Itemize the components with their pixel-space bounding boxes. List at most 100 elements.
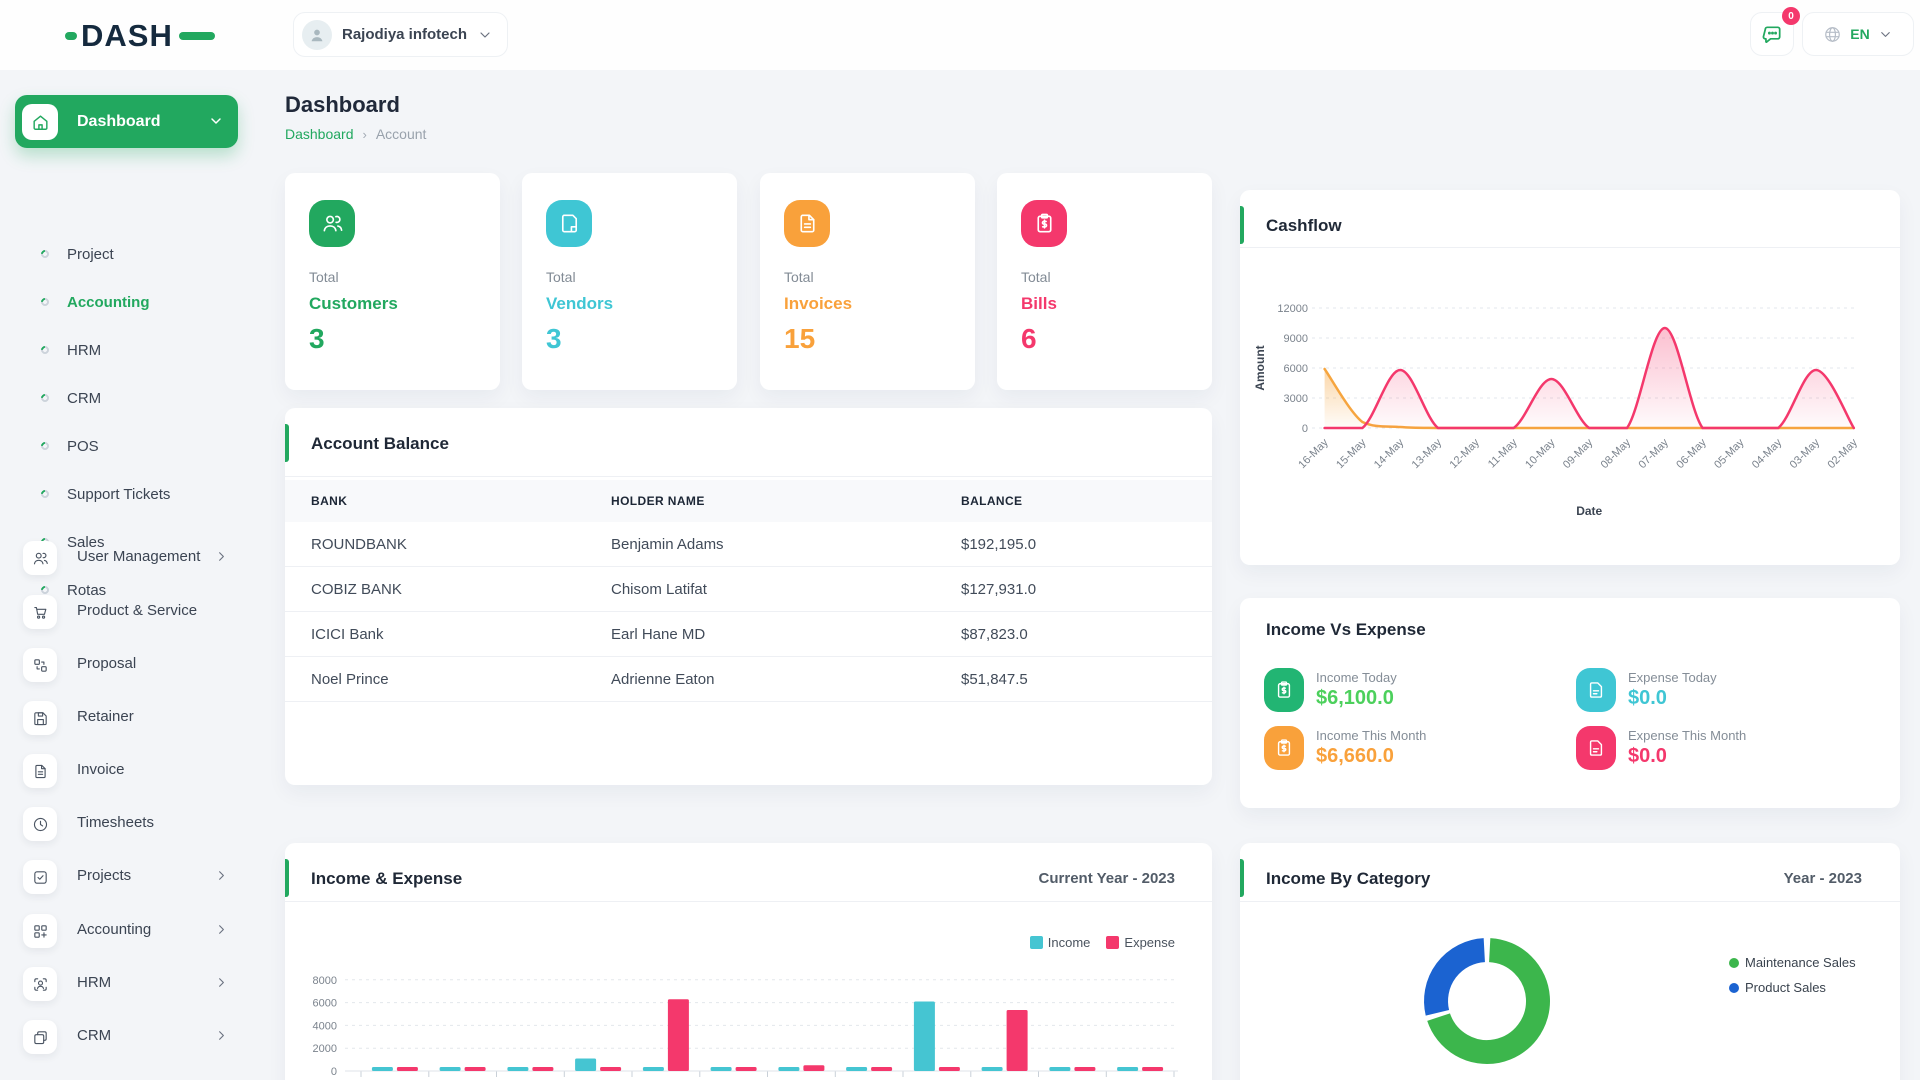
svg-text:Date: Date [1576,504,1602,518]
notifications-button[interactable]: 0 [1750,12,1794,56]
summary-value: $6,660.0 [1316,745,1394,768]
svg-text:10-May: 10-May [1523,436,1558,471]
sidebar-item-label: Accounting [77,921,151,938]
globe-icon [1823,25,1842,44]
sidebar-subitem-crm[interactable]: CRM [0,381,260,415]
card-title: Cashflow [1266,216,1342,236]
sidebar-item-label: Retainer [77,708,134,725]
summary-value: $6,100.0 [1316,687,1394,710]
sidebar-subitem-label: Support Tickets [67,486,170,503]
sidebar-subitem-pos[interactable]: POS [0,429,260,463]
sidebar-item-proposal[interactable]: Proposal [0,643,260,687]
table-cell: ROUNDBANK [311,536,407,553]
chat-bubble-icon [1761,23,1784,46]
sidebar-item-label: Timesheets [77,814,154,831]
breadcrumb-current: Account [376,126,427,142]
card-title: Income Vs Expense [1266,620,1426,640]
svg-text:11-May: 11-May [1486,436,1520,470]
sidebar-item-accounting[interactable]: Accounting [0,909,260,953]
svg-text:4000: 4000 [313,1020,337,1032]
card-subtitle: Year - 2023 [1784,870,1862,887]
svg-text:12000: 12000 [1277,303,1308,315]
bullet-icon [39,296,50,307]
sidebar-item-label: User Management [77,548,200,565]
user-menu-button[interactable]: Rajodiya infotech [293,12,508,57]
sidebar-item-label: Invoice [77,761,125,778]
income-expense-bar-chart: 02000400060008000 [285,901,1212,1080]
stat-name: Bills [1021,294,1057,314]
note-icon [546,200,592,247]
language-selector[interactable]: EN [1802,12,1914,56]
svg-text:04-May: 04-May [1750,436,1785,471]
income-by-category-card: Income By Category Year - 2023 Maintenan… [1240,843,1900,1080]
notification-badge: 0 [1782,7,1800,25]
stat-value: 15 [784,323,815,355]
sidebar-subitem-project[interactable]: Project [0,237,260,271]
card-accent-bar [1240,206,1244,244]
chevron-right-icon [214,549,229,564]
account-balance-card: Account Balance BANKHOLDER NAMEBALANCE R… [285,408,1212,785]
stat-value: 6 [1021,323,1037,355]
svg-text:Amount: Amount [1253,345,1267,390]
divider [285,476,1212,477]
stat-value: 3 [546,323,562,355]
card-title: Income By Category [1266,869,1430,889]
breadcrumb-dashboard-link[interactable]: Dashboard [285,126,354,142]
sidebar-item-crm[interactable]: CRM [0,1015,260,1059]
chevron-down-icon [1878,27,1893,42]
card-title: Account Balance [311,434,449,454]
sidebar-subitem-hrm[interactable]: HRM [0,333,260,367]
sidebar-item-timesheets[interactable]: Timesheets [0,802,260,846]
stat-card-bills: Total Bills 6 [997,173,1212,390]
bullet-icon [39,392,50,403]
svg-text:6000: 6000 [1284,363,1308,375]
sidebar-item-label: Product & Service [77,602,197,619]
home-icon [22,104,58,140]
sidebar-item-projects[interactable]: Projects [0,855,260,899]
stat-value: 3 [309,323,325,355]
svg-text:2000: 2000 [313,1043,337,1055]
sidebar-item-product-service[interactable]: Product & Service [0,590,260,634]
card-subtitle: Current Year - 2023 [1039,870,1175,887]
column-header: BALANCE [961,494,1022,508]
svg-text:12-May: 12-May [1447,436,1482,471]
sidebar-item-user-management[interactable]: User Management [0,536,260,580]
sidebar-item-label: Proposal [77,655,136,672]
stat-label: Total [1021,269,1051,285]
proposal-icon [23,648,57,682]
svg-text:06-May: 06-May [1674,436,1709,471]
svg-text:16-May: 16-May [1296,436,1331,471]
legend-label: Product Sales [1745,980,1826,995]
table-row: ICICI BankEarl Hane MD$87,823.0 [285,612,1212,657]
sidebar: Dashboard Project Accounting HRM CRM POS… [0,70,260,1080]
svg-text:14-May: 14-May [1372,436,1407,471]
stat-name: Vendors [546,294,613,314]
sidebar-subitem-label: HRM [67,342,101,359]
sidebar-subitem-support-tickets[interactable]: Support Tickets [0,477,260,511]
sidebar-item-label: Projects [77,867,131,884]
cashflow-chart: 030006000900012000Amount16-May15-May14-M… [1240,247,1900,565]
sidebar-subitem-accounting[interactable]: Accounting [0,285,260,319]
table-row: Noel PrinceAdrienne Eaton$51,847.5 [285,657,1212,702]
sidebar-item-invoice[interactable]: Invoice [0,749,260,793]
legend-swatch [1729,983,1739,993]
table-cell: COBIZ BANK [311,581,402,598]
sidebar-item-hrm[interactable]: HRM [0,962,260,1006]
column-header: BANK [311,494,347,508]
chevron-right-icon [214,1028,229,1043]
language-label: EN [1850,26,1869,42]
grid-plus-icon [23,914,57,948]
summary-label: Expense Today [1628,670,1717,685]
svg-text:3000: 3000 [1284,393,1308,405]
sidebar-item-label: Dashboard [77,113,161,131]
sidebar-item-retainer[interactable]: Retainer [0,696,260,740]
income-expense-chart-card: Income & Expense Current Year - 2023 Inc… [285,843,1212,1080]
svg-text:9000: 9000 [1284,333,1308,345]
dashboard-app: DASH Rajodiya infotech 0 EN Dashboard Pr… [0,0,1920,1080]
sidebar-item-dashboard[interactable]: Dashboard [15,95,238,148]
user-name: Rajodiya infotech [342,26,467,43]
summary-label: Expense This Month [1628,728,1746,743]
sidebar-item-label: CRM [77,1027,111,1044]
breadcrumb: Dashboard › Account [285,126,426,142]
stat-label: Total [546,269,576,285]
